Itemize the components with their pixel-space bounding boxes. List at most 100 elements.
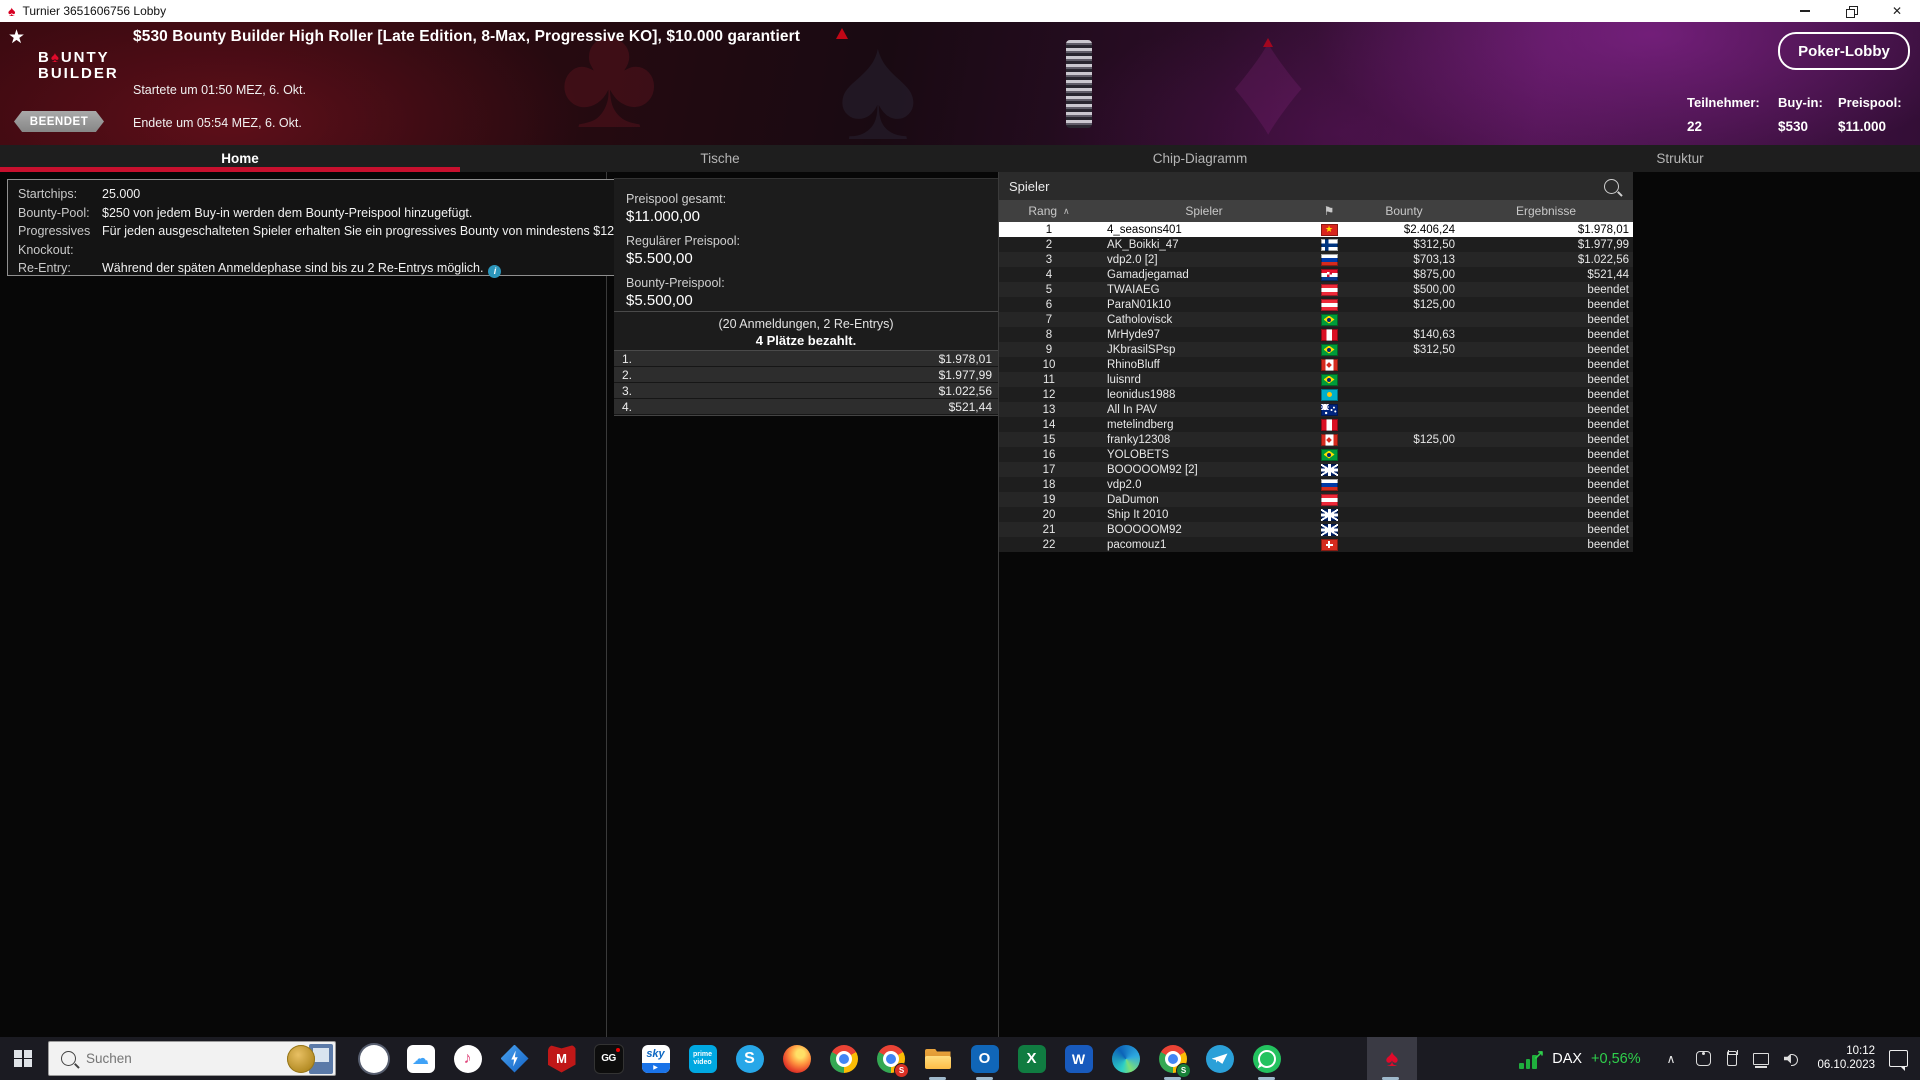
bounty-builder-logo: B♠UNTY BUILDER	[38, 50, 119, 82]
chrome-icon	[830, 1045, 858, 1073]
column-header-bounty[interactable]: Bounty	[1349, 204, 1459, 218]
search-highlight-widgets[interactable]	[287, 1044, 333, 1074]
taskbar-app-excel[interactable]	[1008, 1037, 1055, 1080]
close-button[interactable]: ✕	[1874, 0, 1920, 22]
player-flag-cell	[1309, 419, 1349, 431]
tournament-lobby-window: ♠ Turnier 3651606756 Lobby ✕ ♣ ♠ ♦ ★ B♠U…	[0, 0, 1920, 1080]
player-bounty: $140,63	[1349, 329, 1459, 341]
taskbar-app-whatsapp[interactable]	[1243, 1037, 1290, 1080]
player-result: $1.022,56	[1459, 254, 1633, 266]
column-header-results[interactable]: Ergebnisse	[1459, 204, 1633, 218]
taskbar-clock[interactable]: 10:12 06.10.2023	[1817, 1045, 1875, 1072]
notifications-icon[interactable]	[1889, 1050, 1908, 1067]
taskbar-search[interactable]	[48, 1041, 336, 1076]
tab-struktur[interactable]: Struktur	[1440, 145, 1920, 172]
player-row[interactable]: 12leonidus1988beendet	[999, 387, 1633, 402]
taskbar-app-pokerstars[interactable]	[1367, 1037, 1417, 1080]
taskbar-app-itunes[interactable]	[444, 1037, 491, 1080]
restore-button[interactable]	[1828, 0, 1874, 22]
taskbar-app-prime-video[interactable]	[679, 1037, 726, 1080]
poker-lobby-button[interactable]: Poker-Lobby	[1778, 32, 1910, 70]
player-row[interactable]: 4Gamadjegamad$875,00$521,44	[999, 267, 1633, 282]
player-row[interactable]: 8MrHyde97$140,63beendet	[999, 327, 1633, 342]
player-row[interactable]: 18vdp2.0beendet	[999, 477, 1633, 492]
minimize-button[interactable]	[1782, 0, 1828, 22]
prizepool-label: Preispool:	[1838, 91, 1902, 115]
player-row[interactable]: 15franky12308$125,00beendet	[999, 432, 1633, 447]
status-badge: BEENDET	[14, 111, 104, 132]
player-row[interactable]: 9JKbrasilSPsp$312,50beendet	[999, 342, 1633, 357]
player-result: beendet	[1459, 509, 1633, 521]
taskbar-app-sky[interactable]	[632, 1037, 679, 1080]
taskbar-app-firefox[interactable]	[773, 1037, 820, 1080]
taskbar-app-lightning-app[interactable]	[491, 1037, 538, 1080]
taskbar-app-mcafee[interactable]	[538, 1037, 585, 1080]
player-row[interactable]: 21BOOOOOM92beendet	[999, 522, 1633, 537]
taskbar-app-skype[interactable]	[726, 1037, 773, 1080]
player-rank: 8	[999, 329, 1099, 341]
total-label: Bounty-Preispool:	[626, 275, 998, 291]
taskbar-app-signal[interactable]	[350, 1037, 397, 1080]
payout-list: 1.$1.978,012.$1.977,993.$1.022,564.$521,…	[614, 351, 998, 416]
player-bounty: $125,00	[1349, 299, 1459, 311]
player-row[interactable]: 10RhinoBluffbeendet	[999, 357, 1633, 372]
player-name: All In PAV	[1099, 404, 1309, 416]
player-row[interactable]: 14_seasons401$2.406,24$1.978,01	[999, 222, 1633, 237]
taskbar-app-chrome[interactable]	[820, 1037, 867, 1080]
flag-icon-brazil	[1321, 344, 1338, 356]
network-icon[interactable]	[1751, 1049, 1771, 1069]
player-row[interactable]: 5TWAIAEG$500,00beendet	[999, 282, 1633, 297]
payout-amount: $1.022,56	[939, 384, 998, 398]
info-tooltip-icon[interactable]: i	[488, 265, 501, 278]
search-icon[interactable]	[1604, 179, 1619, 194]
player-row[interactable]: 22pacomouz1beendet	[999, 537, 1633, 552]
tray-expand-icon[interactable]: ∧	[1667, 1052, 1676, 1066]
volume-icon[interactable]	[1780, 1049, 1800, 1069]
player-row[interactable]: 6ParaN01k10$125,00beendet	[999, 297, 1633, 312]
column-header-flag[interactable]: ⚑	[1309, 204, 1349, 218]
taskbar-app-icloud[interactable]	[397, 1037, 444, 1080]
tab-chip-diagramm[interactable]: Chip-Diagramm	[960, 145, 1440, 172]
profile-badge: S	[894, 1063, 909, 1078]
taskbar-app-file-explorer[interactable]	[914, 1037, 961, 1080]
player-row[interactable]: 20Ship It 2010beendet	[999, 507, 1633, 522]
tab-home[interactable]: Home	[0, 145, 480, 172]
player-row[interactable]: 14metelindbergbeendet	[999, 417, 1633, 432]
player-result: beendet	[1459, 314, 1633, 326]
flag-icon-canada	[1321, 434, 1338, 446]
tray-device-icon[interactable]	[1693, 1049, 1713, 1069]
player-rank: 16	[999, 449, 1099, 461]
stocks-widget[interactable]: ↗ DAX +0,56%	[1519, 1049, 1640, 1069]
decorative-triangle	[836, 28, 848, 39]
player-rank: 7	[999, 314, 1099, 326]
taskbar-app-chrome-profile-2[interactable]: S	[1149, 1037, 1196, 1080]
search-input[interactable]	[84, 1050, 287, 1067]
player-row[interactable]: 16YOLOBETSbeendet	[999, 447, 1633, 462]
player-row[interactable]: 11luisnrdbeendet	[999, 372, 1633, 387]
taskbar-app-edge[interactable]	[1102, 1037, 1149, 1080]
info-row-text: Für jeden ausgeschalteten Spieler erhalt…	[102, 224, 625, 238]
player-rank: 10	[999, 359, 1099, 371]
player-flag-cell	[1309, 539, 1349, 551]
taskbar-app-outlook[interactable]	[961, 1037, 1008, 1080]
player-row[interactable]: 19DaDumonbeendet	[999, 492, 1633, 507]
player-row[interactable]: 17BOOOOOM92 [2]beendet	[999, 462, 1633, 477]
usb-icon[interactable]	[1722, 1049, 1742, 1069]
ggpoker-icon	[594, 1044, 624, 1074]
taskbar-app-chrome-profile[interactable]: S	[867, 1037, 914, 1080]
player-row[interactable]: 13All In PAVbeendet	[999, 402, 1633, 417]
player-result: beendet	[1459, 464, 1633, 476]
player-row[interactable]: 7Catholovisckbeendet	[999, 312, 1633, 327]
taskbar-app-word[interactable]	[1055, 1037, 1102, 1080]
start-button[interactable]	[0, 1037, 46, 1080]
player-row[interactable]: 2AK_Boikki_47$312,50$1.977,99	[999, 237, 1633, 252]
player-row[interactable]: 3vdp2.0 [2]$703,13$1.022,56	[999, 252, 1633, 267]
taskbar-app-ggpoker[interactable]	[585, 1037, 632, 1080]
player-flag-cell	[1309, 239, 1349, 251]
column-header-rank[interactable]: Rang ∧	[999, 204, 1099, 218]
tab-tische[interactable]: Tische	[480, 145, 960, 172]
column-header-player[interactable]: Spieler	[1099, 204, 1309, 218]
taskbar-app-telegram[interactable]	[1196, 1037, 1243, 1080]
start-time: Startete um 01:50 MEZ, 6. Okt.	[133, 83, 306, 97]
players-panel: Spieler Rang ∧ Spieler ⚑ Bounty Ergebnis…	[999, 172, 1633, 1037]
